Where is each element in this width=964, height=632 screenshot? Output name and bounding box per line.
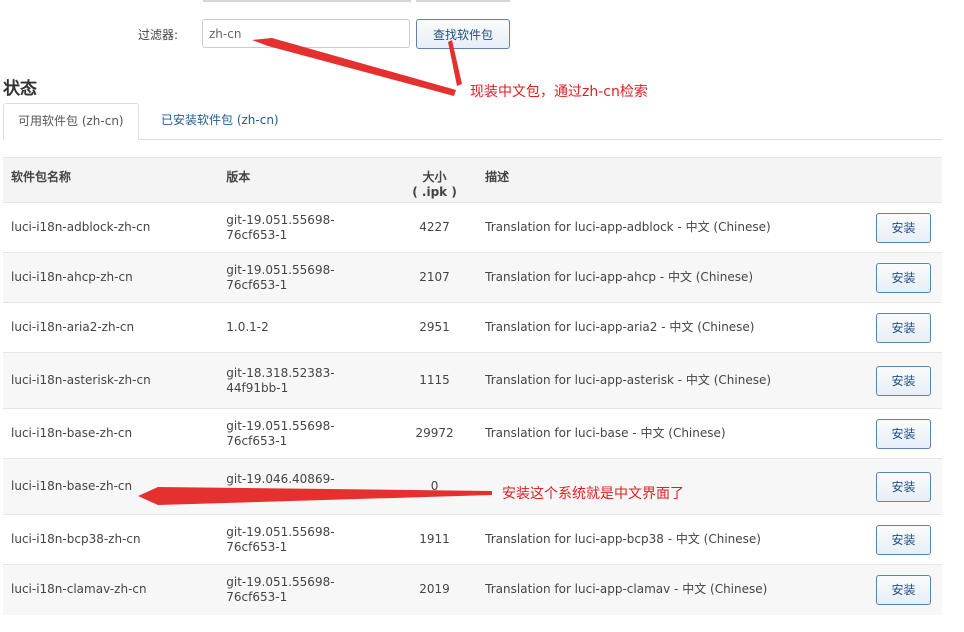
annotation-note-1: 现装中文包，通过zh-cn检索: [470, 84, 648, 100]
annotation-arrow-1: [252, 38, 456, 96]
annotation-arrow-2: [138, 487, 492, 505]
annotation-note-2: 安装这个系统就是中文界面了: [502, 486, 684, 502]
annotation-arrow-1-tail: [448, 40, 462, 86]
